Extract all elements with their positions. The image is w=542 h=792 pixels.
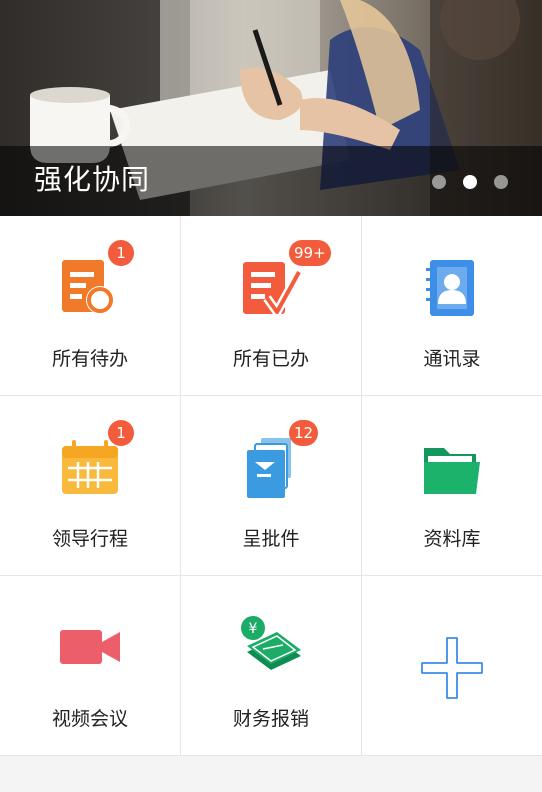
bottom-spacer [0,756,542,792]
carousel-dot-3[interactable] [494,175,508,189]
address-book-icon [426,260,474,316]
app-label-library: 资料库 [423,528,481,550]
folder-icon [424,448,480,494]
svg-text:¥: ¥ [249,621,258,637]
badge-pending: 1 [108,240,134,266]
carousel-dot-1[interactable] [432,175,446,189]
app-label-video: 视频会议 [51,708,128,730]
app-label-pending: 所有待办 [51,348,128,370]
app-finance[interactable]: ¥ 财务报销 [181,576,362,756]
app-label-done: 所有已办 [232,348,309,370]
documents-stack-icon [247,438,291,498]
app-label-finance: 财务报销 [232,708,309,730]
app-pending[interactable]: 1 所有待办 [0,216,181,396]
carousel-dot-2[interactable] [463,175,477,189]
app-label-submit: 呈批件 [242,528,300,550]
banner-carousel[interactable]: 强化协同 [0,0,542,216]
app-video[interactable]: 视频会议 [0,576,181,756]
app-submit[interactable]: 12 呈批件 [181,396,362,576]
app-label-contacts: 通讯录 [423,348,481,370]
app-contacts[interactable]: 通讯录 [362,216,542,396]
app-done[interactable]: 99+ 所有已办 [181,216,362,396]
badge-submit: 12 [289,420,319,446]
banner-caption: 强化协同 [34,163,151,196]
app-grid: 1 所有待办 99+ 所有已办 通讯录 1 领导行程 12 呈批件 资料库 视频… [0,216,542,756]
video-camera-icon [60,630,120,664]
todo-document-icon [62,260,114,314]
money-bills-icon: ¥ [241,616,301,670]
badge-schedule: 1 [108,420,134,446]
done-document-check-icon [243,262,303,317]
carousel-indicators [432,175,508,189]
app-schedule[interactable]: 1 领导行程 [0,396,181,576]
app-add[interactable] [362,576,542,756]
calendar-icon [62,440,118,494]
app-label-schedule: 领导行程 [51,528,128,550]
plus-icon [421,637,483,699]
app-library[interactable]: 资料库 [362,396,542,576]
badge-done: 99+ [289,240,331,266]
